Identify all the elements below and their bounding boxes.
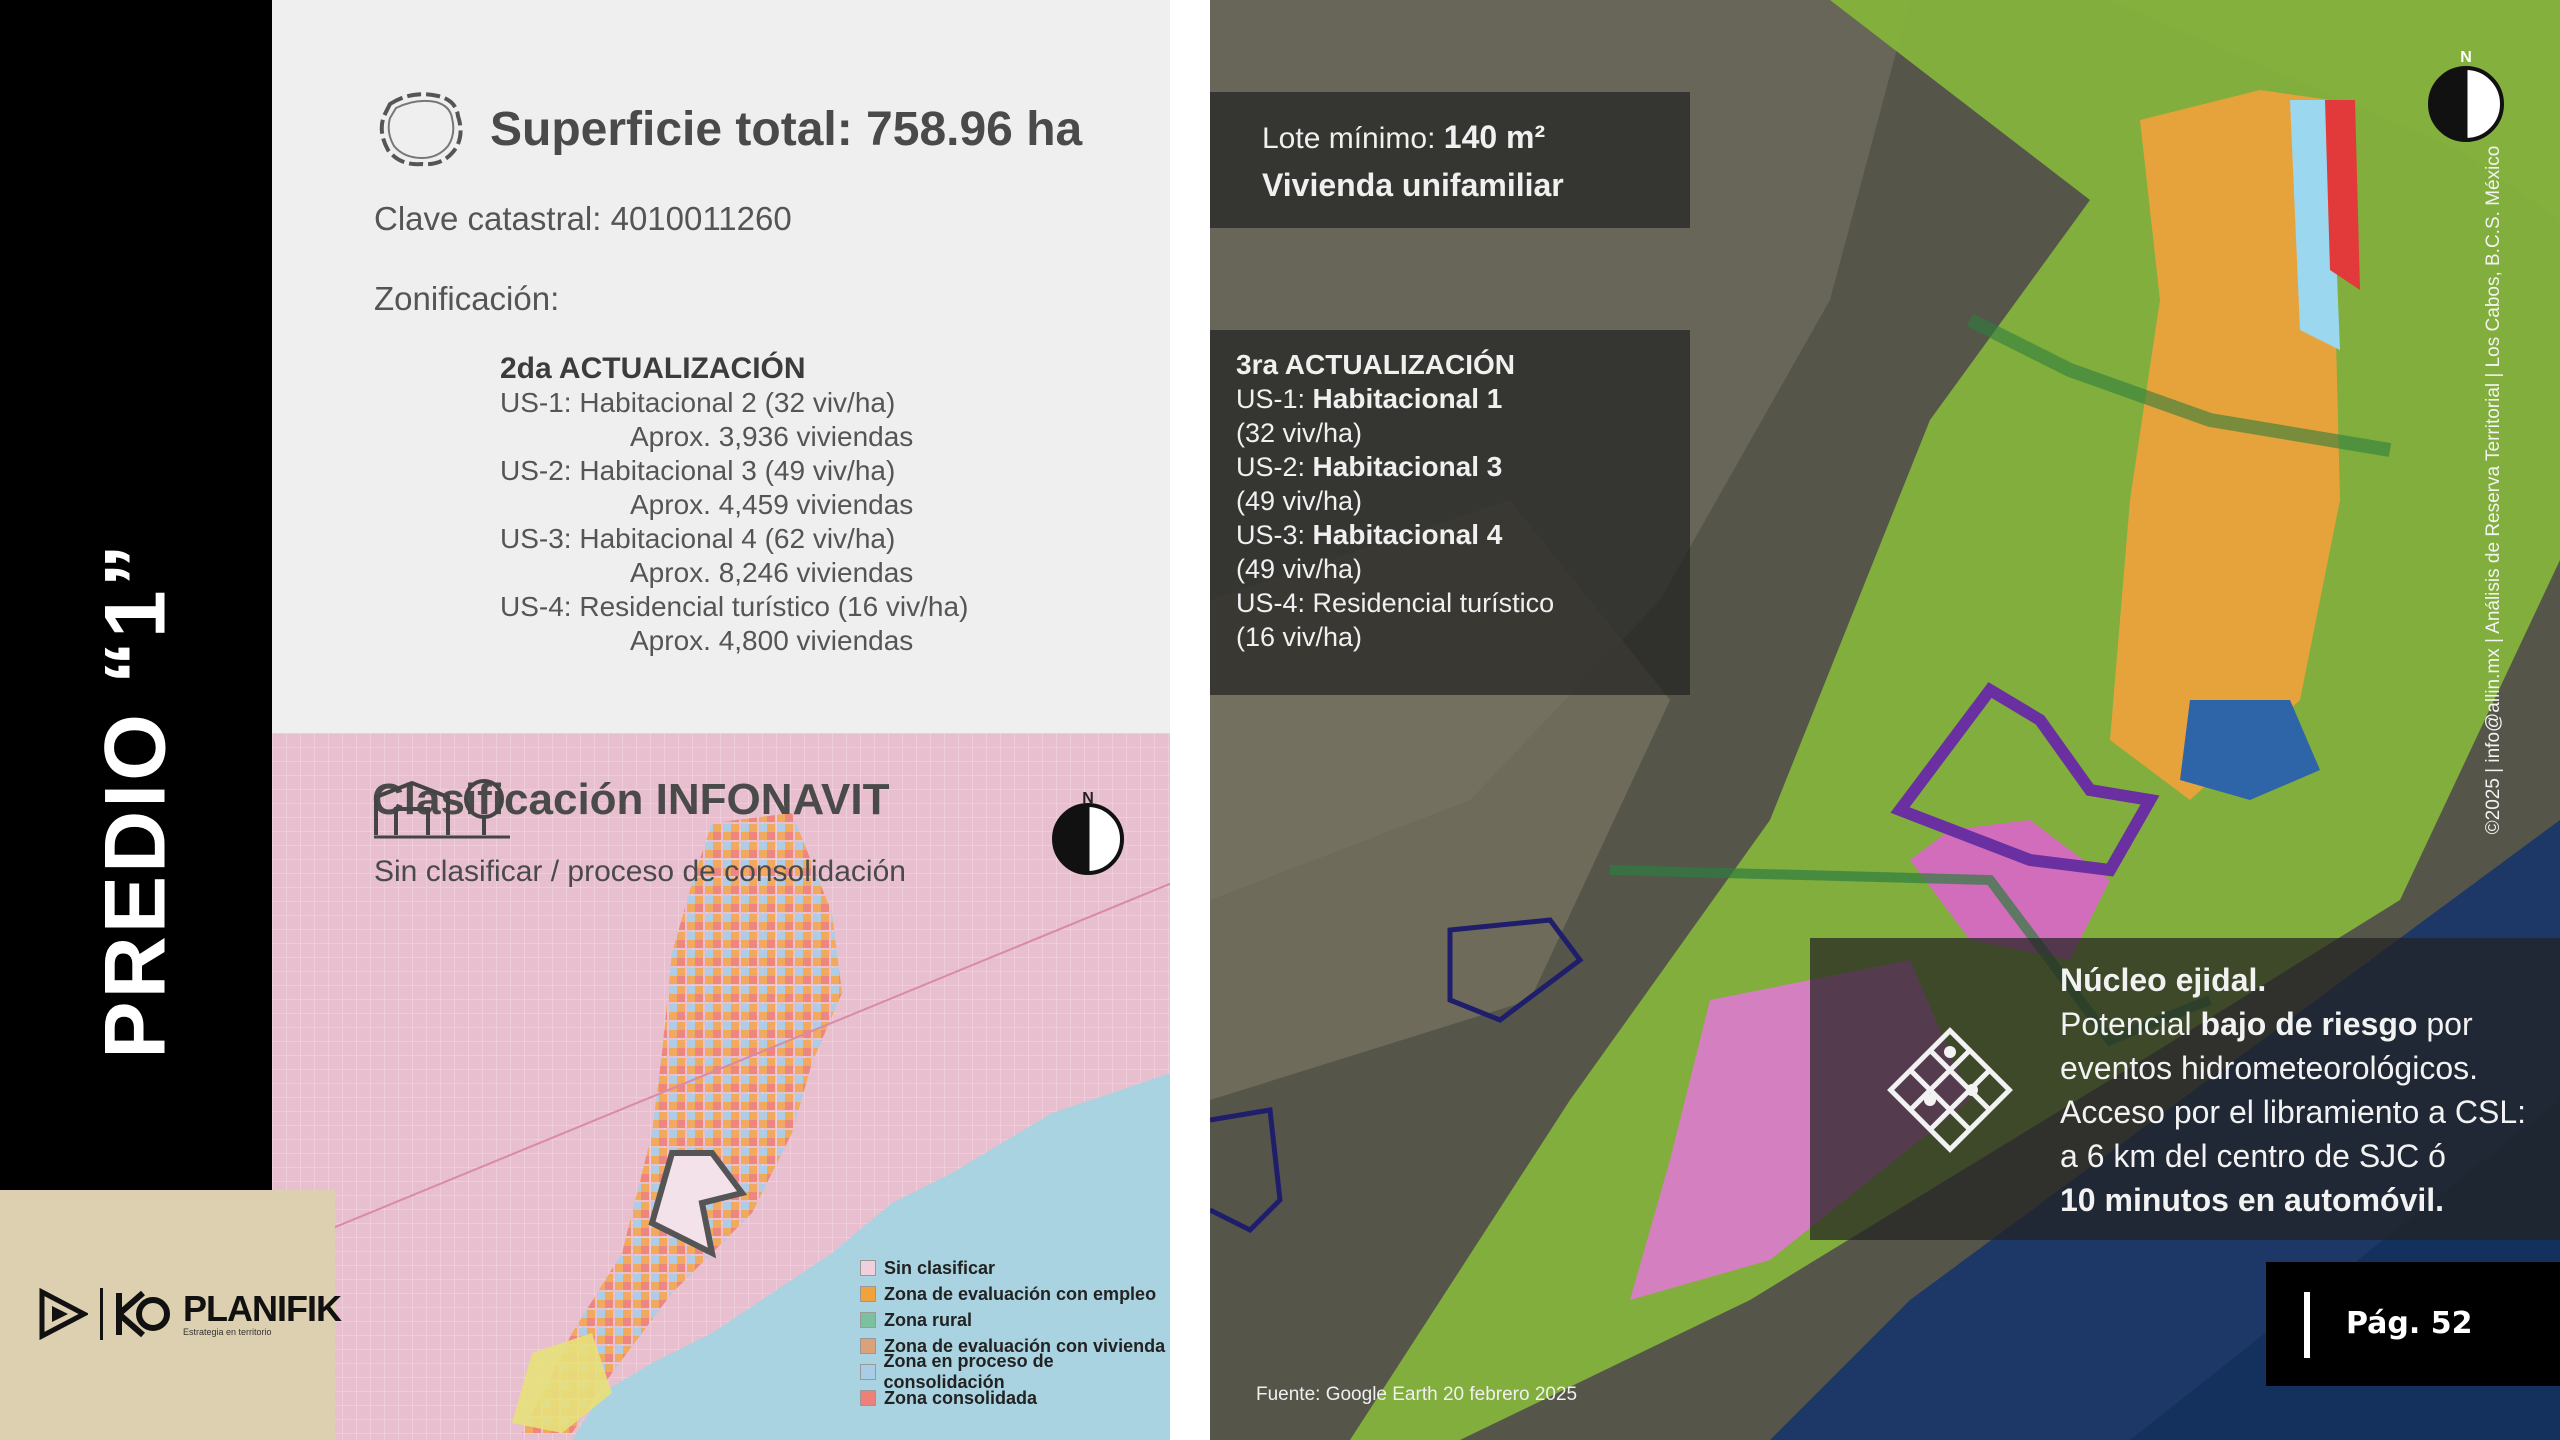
update-heading: 3ra ACTUALIZACIÓN [1236, 348, 1690, 382]
source-note: Fuente: Google Earth 20 febrero 2025 [1256, 1384, 1578, 1405]
copyright-credit: ©2025 | info@allin.mx | Análisis de Rese… [2483, 145, 2504, 835]
nucleo-title-text: Núcleo ejidal. [2060, 962, 2267, 998]
north-compass-icon: N [2426, 48, 2506, 149]
acceso-line: Acceso por el libramiento a CSL: a 6 km … [2060, 1094, 2526, 1174]
compass-n-label: N [2460, 49, 2472, 66]
zonificacion-list: 2da ACTUALIZACIÓN US-1: Habitacional 2 (… [500, 352, 968, 658]
legend-swatch [860, 1312, 876, 1328]
lote-minimo-box: Lote mínimo: 140 m² Vivienda unifamiliar [1210, 92, 1690, 228]
play-triangle-icon [39, 1288, 88, 1340]
nucleo-text: Núcleo ejidal. Potencial bajo de riesgo … [2060, 958, 2550, 1222]
lote-value: 140 m² [1443, 119, 1546, 155]
legend-swatch [860, 1390, 876, 1406]
zone-viviendas: Aprox. 4,800 viviendas [630, 625, 914, 656]
zone-code: US-2: [1236, 452, 1306, 482]
zone-name: Habitacional 3 [1312, 451, 1503, 482]
page-badge-bar [2304, 1292, 2310, 1358]
tiempo-text: 10 minutos en automóvil. [2060, 1182, 2445, 1218]
zone-line: US-2: Habitacional 3 [1236, 450, 1690, 484]
clave-catastral: Clave catastral: 4010011260 [374, 200, 792, 237]
legend-label: Sin clasificar [884, 1257, 996, 1278]
zone-code: US-1: [1236, 384, 1306, 414]
zone-density: (49 viv/ha) [1236, 554, 1363, 584]
update-heading: 2da ACTUALIZACIÓN [500, 352, 806, 385]
nucleo-title: Núcleo ejidal. [2060, 958, 2550, 1002]
tercera-actualizacion-box: 3ra ACTUALIZACIÓN US-1: Habitacional 1 (… [1210, 330, 1690, 695]
lote-label: Lote mínimo: [1262, 122, 1436, 155]
legend-swatch [860, 1364, 876, 1380]
planifik-mark-icon [116, 1290, 170, 1338]
superficie-row: Superficie total: 758.96 ha [372, 86, 1082, 172]
zone-line: US-3: Habitacional 4 [1236, 518, 1690, 552]
satellite-map: Lote mínimo: 140 m² Vivienda unifamiliar… [1210, 0, 2560, 1440]
house-tree-icon [374, 779, 510, 839]
legend-label: Zona consolidada [884, 1387, 1038, 1408]
zone-name: Habitacional 4 [1312, 519, 1503, 550]
zone-viviendas: Aprox. 3,936 viviendas [630, 421, 914, 452]
infonavit-map: Clasificación INFONAVIT Sin clasificar /… [272, 733, 1170, 1440]
zone-line: US-1: Habitacional 1 [1236, 382, 1690, 416]
legend-swatch [860, 1338, 876, 1354]
legend-swatch [860, 1260, 876, 1276]
zone-code: US-3: [1236, 520, 1306, 550]
legend-item: Sin clasificar [860, 1255, 1170, 1281]
planifik-logo: PLANIFIK Estrategia en territorio [38, 1288, 342, 1340]
zone-density: (49 viv/ha) [1236, 486, 1363, 516]
logo-block: PLANIFIK Estrategia en territorio [0, 1190, 342, 1440]
nucleo-ejidal-box: Núcleo ejidal. Potencial bajo de riesgo … [1810, 938, 2560, 1240]
map-legend: Sin clasificar Zona de evaluación con em… [860, 1255, 1170, 1411]
zone-name: Residencial turístico [1312, 588, 1555, 618]
lote-type: Vivienda unifamiliar [1262, 162, 1690, 210]
superficie-total: Superficie total: 758.96 ha [490, 102, 1083, 156]
riesgo-prefix: Potencial [2060, 1006, 2192, 1042]
zone-label: US-1: Habitacional 2 (32 viv/ha) [500, 387, 896, 418]
legend-item: Zona rural [860, 1307, 1170, 1333]
page-number-badge: Pág. 52 [2266, 1262, 2560, 1386]
legend-item: Zona de evaluación con empleo [860, 1281, 1170, 1307]
zone-label: US-4: Residencial turístico (16 viv/ha) [500, 591, 969, 622]
logo-divider [100, 1288, 103, 1340]
zone-density: (16 viv/ha) [1236, 622, 1363, 652]
legend-item: Zona en proceso de consolidación [860, 1351, 1170, 1392]
page-number: Pág. 52 [2346, 1306, 2473, 1341]
zone-name: Habitacional 1 [1312, 383, 1503, 414]
zone-line: US-4: Residencial turístico [1236, 586, 1690, 620]
riesgo-bold: bajo de riesgo [2200, 1006, 2418, 1042]
infonavit-subtitle: Sin clasificar / proceso de consolidació… [374, 855, 906, 888]
update-heading-text: 3ra ACTUALIZACIÓN [1236, 349, 1515, 380]
legend-label: Zona de evaluación con empleo [884, 1283, 1157, 1304]
riesgo-line: Potencial bajo de riesgo por eventos hid… [2060, 1002, 2550, 1090]
zone-viviendas: Aprox. 4,459 viviendas [630, 489, 914, 520]
parcel-outline-icon [379, 92, 463, 167]
lote-minimo-line: Lote mínimo: 140 m² [1262, 114, 1690, 162]
land-parcel-grid-icon [1887, 1027, 2013, 1153]
zone-code: US-4: [1236, 588, 1306, 618]
legend-swatch [860, 1286, 876, 1302]
zone-label: US-2: Habitacional 3 (49 viv/ha) [500, 455, 896, 486]
tiempo-line: 10 minutos en automóvil. [2060, 1178, 2550, 1222]
predio-title: PREDIO “1” [87, 541, 184, 1059]
info-panel: Superficie total: 758.96 ha Clave catast… [272, 0, 1170, 733]
zone-density: (32 viv/ha) [1236, 418, 1363, 448]
zone-viviendas: Aprox. 8,246 viviendas [630, 557, 914, 588]
left-title-bar: PREDIO “1” [0, 0, 272, 1190]
zonificacion-label: Zonificación: [374, 280, 560, 317]
logo-name: PLANIFIK [183, 1288, 342, 1329]
legend-label: Zona rural [884, 1309, 973, 1330]
infonavit-header: Clasificación INFONAVIT [372, 775, 890, 839]
zone-label: US-3: Habitacional 4 (62 viv/ha) [500, 523, 896, 554]
lote-type-text: Vivienda unifamiliar [1262, 167, 1564, 203]
